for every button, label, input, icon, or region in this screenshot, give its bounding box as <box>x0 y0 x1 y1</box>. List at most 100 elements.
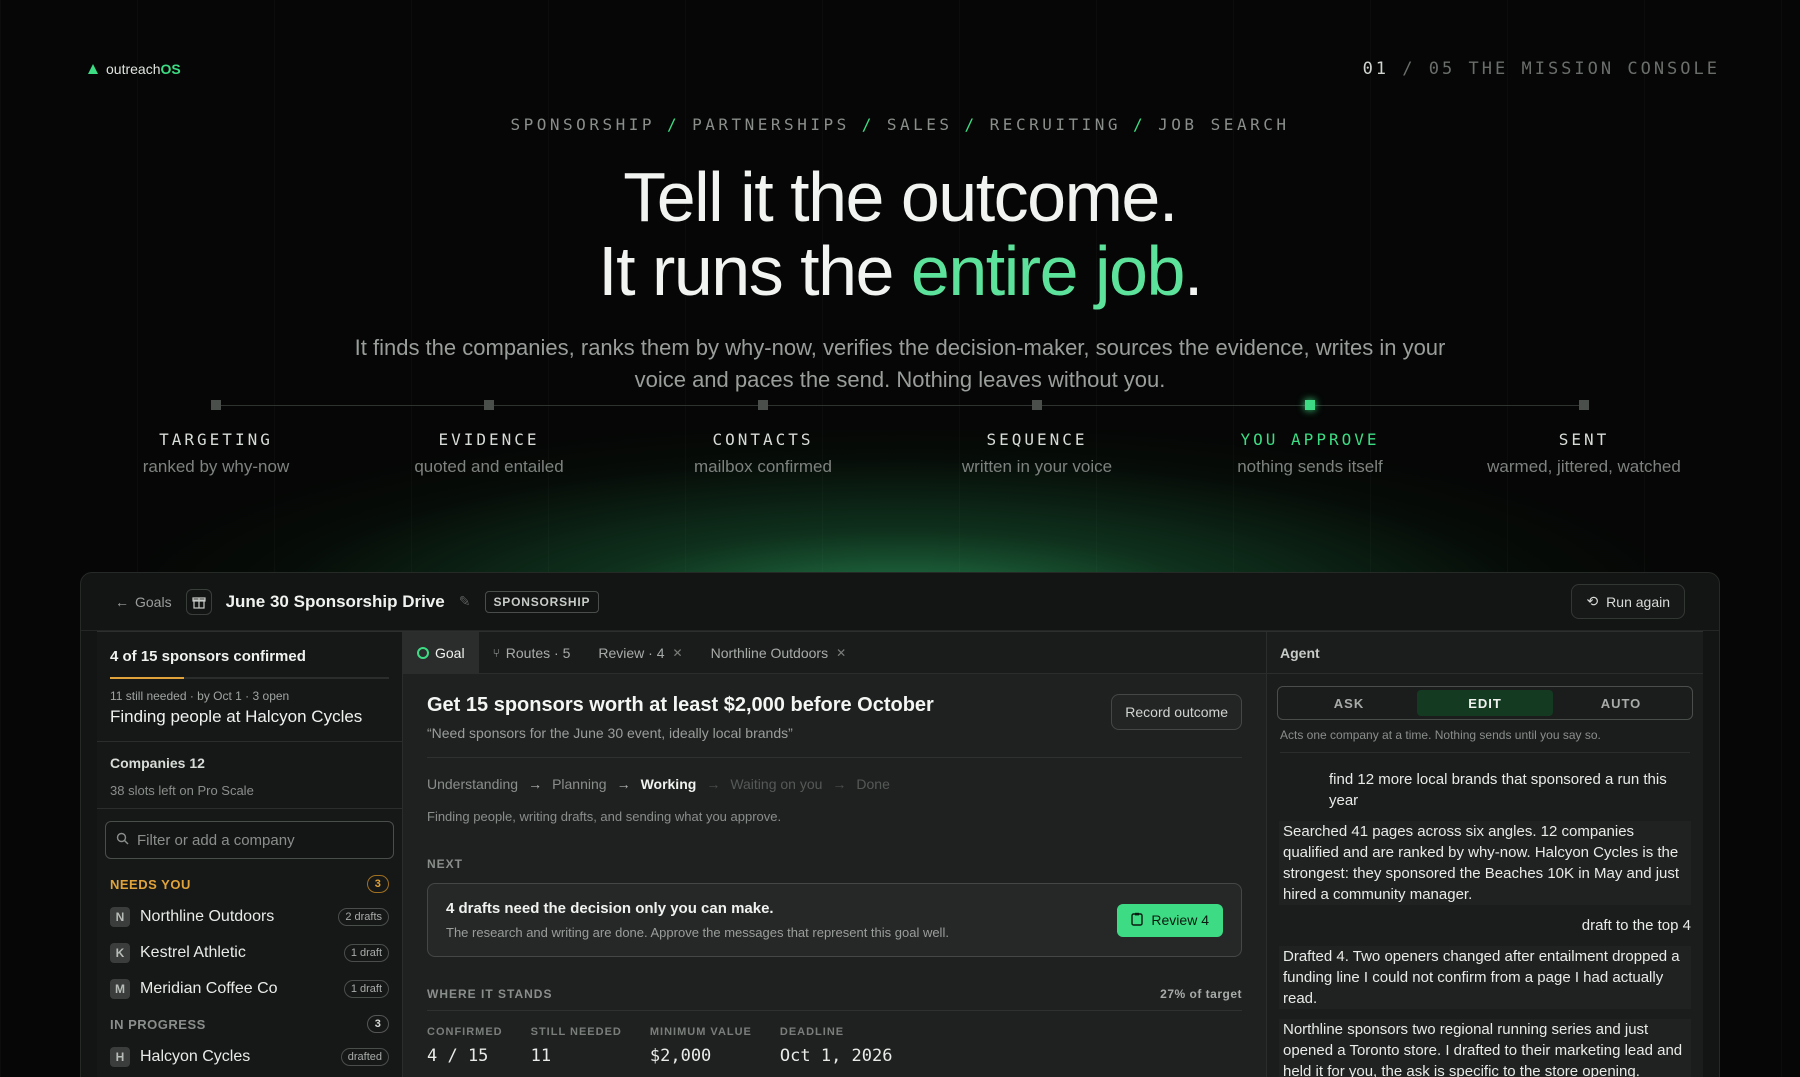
group-count: 3 <box>367 1015 389 1033</box>
headline-line-2: It runs the entire job. <box>0 234 1800 308</box>
timeline-step-active[interactable]: YOU APPROVE nothing sends itself <box>1190 400 1430 477</box>
timeline-step[interactable]: EVIDENCE quoted and entailed <box>369 400 609 477</box>
headline-suffix: . <box>1183 232 1203 310</box>
tab-goal[interactable]: Goal <box>403 632 479 673</box>
company-name: Halcyon Cycles <box>140 1048 251 1065</box>
company-item[interactable]: H Halcyon Cycles drafted <box>97 1039 402 1075</box>
mode-edit[interactable]: EDIT <box>1417 690 1553 716</box>
timeline-step[interactable]: SENT warmed, jittered, watched <box>1464 400 1704 477</box>
brand-suffix: OS <box>160 61 181 77</box>
back-to-goals-link[interactable]: ← Goals <box>115 594 172 610</box>
company-avatar: N <box>110 907 130 927</box>
step-desc: nothing sends itself <box>1237 457 1383 476</box>
timeline-step[interactable]: CONTACTS mailbox confirmed <box>643 400 883 477</box>
run-again-button[interactable]: ⟲ Run again <box>1571 584 1685 619</box>
stat-label: CONFIRMED <box>427 1026 503 1038</box>
review-label: Review 4 <box>1151 912 1209 928</box>
timeline-step[interactable]: TARGETING ranked by why-now <box>96 400 336 477</box>
pencil-icon[interactable]: ✎ <box>459 593 471 610</box>
arrow-right-icon: → <box>616 776 631 792</box>
category-list: SPONSORSHIP / PARTNERSHIPS / SALES / RECRUITIN… <box>510 115 1290 134</box>
step-title: YOU APPROVE <box>1240 430 1380 449</box>
company-avatar: K <box>110 943 130 963</box>
review-button[interactable]: Review 4 <box>1117 903 1223 937</box>
arrow-right-icon: → <box>528 776 543 792</box>
back-label: Goals <box>135 593 172 610</box>
category: RECRUITING <box>989 115 1121 134</box>
goal-type-badge: SPONSORSHIP <box>484 590 600 613</box>
group-label: NEEDS YOU <box>110 876 191 892</box>
headline-line-1: Tell it the outcome. <box>623 158 1178 236</box>
stage-planning: Planning <box>552 776 607 792</box>
stat-label: STILL NEEDED <box>530 1026 622 1038</box>
branch-icon: ⑂ <box>492 645 500 660</box>
agent-messages: find 12 more local brands that sponsored… <box>1267 753 1703 1077</box>
brand-name: outreach <box>106 61 161 77</box>
company-item[interactable]: K Kestrel Athletic 1 draft <box>97 935 402 971</box>
in-progress-group[interactable]: IN PROGRESS 3 <box>110 1015 389 1033</box>
step-title: SENT <box>1558 430 1610 449</box>
confirmed-count: 4 of 15 sponsors confirmed <box>110 648 306 665</box>
slots-remaining: 38 slots left on Pro Scale <box>110 783 254 798</box>
goal-quote: “Need sponsors for the June 30 event, id… <box>427 725 793 741</box>
step-dot <box>758 400 768 410</box>
brand-logo[interactable]: outreachOS <box>88 61 181 77</box>
mode-ask[interactable]: ASK <box>1281 690 1417 716</box>
user-message: draft to the top 4 <box>1581 917 1691 934</box>
slide-total: 05 <box>1428 59 1456 79</box>
step-dot <box>1305 400 1315 410</box>
where-label: WHERE IT STANDS <box>427 987 553 1001</box>
tab-label: Review · 4 <box>598 644 665 661</box>
tab-northline-outdoors[interactable]: Northline Outdoors ✕ <box>697 632 861 673</box>
record-outcome-button[interactable]: Record outcome <box>1111 694 1242 730</box>
where-it-stands-header: WHERE IT STANDS 27% of target <box>427 987 1242 1011</box>
stat-value: $2,000 <box>649 1046 712 1066</box>
goal-heading: Get 15 sponsors worth at least $2,000 be… <box>427 694 934 716</box>
company-tag: 1 draft <box>343 944 389 962</box>
headline-accent: entire job <box>910 232 1185 310</box>
next-label: NEXT <box>427 857 464 871</box>
agent-message: Drafted 4. Two openers changed after ent… <box>1279 946 1691 1009</box>
target-percent: 27% of target <box>1160 987 1242 1001</box>
company-item[interactable]: M Meridian Coffee Co 1 draft <box>97 971 402 1007</box>
company-tag: 2 drafts <box>338 908 389 926</box>
category: SALES <box>886 115 953 134</box>
decision-title: 4 drafts need the decision only you can … <box>446 900 774 917</box>
target-icon <box>417 646 429 659</box>
company-filter-input[interactable]: Filter or add a company <box>105 821 394 859</box>
tab-routes[interactable]: ⑂ Routes · 5 <box>479 632 585 673</box>
step-title: TARGETING <box>159 430 273 449</box>
companies-title: Companies 12 <box>110 755 205 771</box>
stat-still-needed: STILL NEEDED 11 <box>531 1026 622 1066</box>
tab-label: Goal <box>435 644 465 661</box>
step-dot <box>211 400 221 410</box>
status-line: Finding people, writing drafts, and send… <box>427 809 782 824</box>
goal-meta: 11 still needed · by Oct 1 · 3 open <box>110 689 290 703</box>
company-item[interactable]: N Northline Outdoors 2 drafts <box>97 899 402 935</box>
company-name: Kestrel Athletic <box>140 944 246 961</box>
goal-stats: CONFIRMED 4 / 15 STILL NEEDED 11 MINIMUM V… <box>427 1026 1242 1066</box>
companies-summary: Companies 12 38 slots left on Pro Scale <box>97 742 402 809</box>
mode-auto[interactable]: AUTO <box>1553 690 1689 716</box>
decision-card: 4 drafts need the decision only you can … <box>427 883 1242 957</box>
company-tag: 1 draft <box>343 980 389 998</box>
needs-you-group[interactable]: NEEDS YOU 3 <box>110 875 389 893</box>
agent-panel: Agent ASK EDIT AUTO Acts one company at … <box>1267 632 1703 1077</box>
slide-current: 01 <box>1362 59 1390 79</box>
close-icon[interactable]: ✕ <box>836 646 846 660</box>
tab-label: Routes · 5 <box>505 644 571 661</box>
close-icon[interactable]: ✕ <box>673 646 683 660</box>
progress-card[interactable]: 4 of 15 sponsors confirmed 11 still need… <box>97 632 402 742</box>
stage-progress: Understanding → Planning → Working → Wai… <box>427 776 1242 792</box>
step-title: CONTACTS <box>712 430 814 449</box>
tab-label: Northline Outdoors <box>710 644 829 661</box>
tab-review[interactable]: Review · 4 ✕ <box>584 632 696 673</box>
stage-done: Done <box>856 776 890 792</box>
timeline-step[interactable]: SEQUENCE written in your voice <box>917 400 1157 477</box>
filter-placeholder: Filter or add a company <box>137 831 295 849</box>
stat-label: DEADLINE <box>779 1026 845 1038</box>
app-toolbar: ← Goals June 30 Sponsorship Drive ✎ SPON… <box>81 573 1719 631</box>
group-count: 3 <box>367 875 389 893</box>
clipboard-icon <box>1131 912 1144 929</box>
arrow-right-icon: → <box>832 776 847 792</box>
